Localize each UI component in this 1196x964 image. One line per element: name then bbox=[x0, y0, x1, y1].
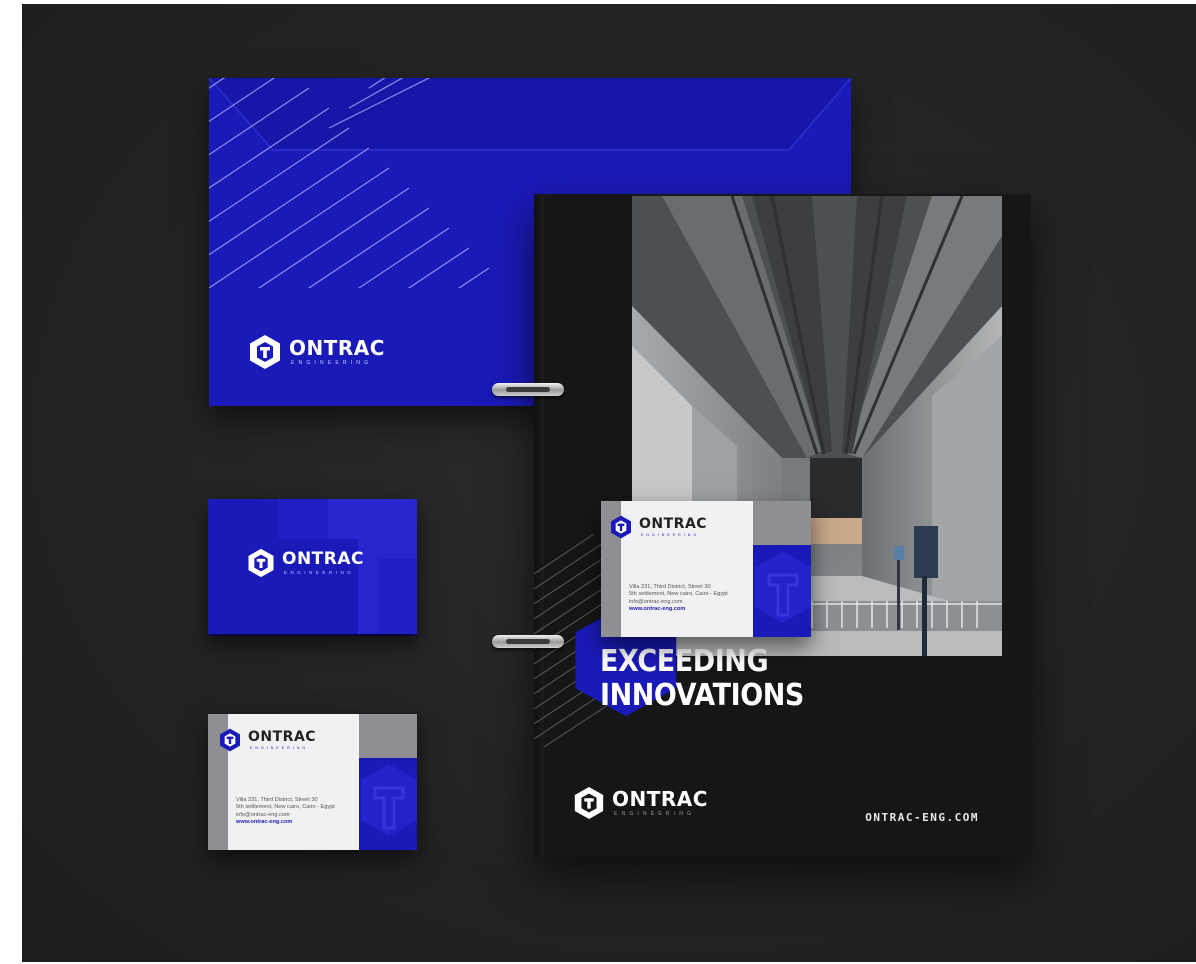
brand-tagline: ENGINEERING bbox=[614, 811, 696, 817]
card-logo: ONTRAC ENGINEERING bbox=[609, 515, 707, 539]
brand-name: ONTRAC bbox=[289, 336, 385, 360]
brand-name: ONTRAC bbox=[612, 787, 708, 811]
folder-spine bbox=[534, 194, 544, 856]
brand-name: ONTRAC bbox=[248, 728, 317, 745]
folder-headline: EXCEEDING INNOVATIONS bbox=[600, 645, 804, 713]
card-address-line-1: Villa 231, Third District, Street 30 bbox=[629, 584, 711, 590]
card-front-logo: ONTRAC ENGINEERING bbox=[246, 548, 364, 578]
card-logo: ONTRAC ENGINEERING bbox=[218, 728, 316, 752]
card-email: info@ontrac-eng.com bbox=[236, 811, 290, 818]
card-address-block: Villa 231, Third District, Street 30 5th… bbox=[629, 584, 728, 614]
folder-clip-bottom bbox=[492, 635, 564, 648]
card-blue-block bbox=[359, 758, 417, 850]
hexagon-logo-icon bbox=[611, 515, 631, 539]
headline-line-1: EXCEEDING bbox=[600, 644, 769, 679]
headline-line-2: INNOVATIONS bbox=[600, 678, 804, 713]
card-gray-block bbox=[753, 501, 811, 545]
envelope-logo: ONTRAC ENGINEERING bbox=[247, 334, 385, 370]
card-address-block: Villa 231, Third District, Street 30 5th… bbox=[236, 797, 335, 827]
card-blue-block bbox=[753, 545, 811, 637]
folder-clip-top bbox=[492, 383, 564, 396]
brand-tagline: ENGINEERING bbox=[250, 745, 309, 750]
brand-tagline: ENGINEERING bbox=[291, 360, 373, 366]
hexagon-logo-icon bbox=[574, 786, 604, 820]
folder-logo: ONTRAC ENGINEERING bbox=[572, 786, 708, 820]
hexagon-logo-icon bbox=[248, 548, 274, 578]
brand-tagline: ENGINEERING bbox=[641, 532, 700, 537]
card-hexagon-pattern bbox=[755, 551, 811, 623]
card-website: www.ontrac-eng.com bbox=[236, 819, 293, 826]
card-website: www.ontrac-eng.com bbox=[629, 606, 686, 613]
card-address-line-2: 5th settlement, New cairo, Cairo - Egypt bbox=[236, 804, 335, 811]
card-address-line-2: 5th settlement, New cairo, Cairo - Egypt bbox=[629, 591, 728, 598]
card-address-line-1: Villa 231, Third District, Street 30 bbox=[236, 797, 318, 803]
card-email: info@ontrac-eng.com bbox=[629, 598, 683, 605]
business-card-front: ONTRAC ENGINEERING bbox=[208, 499, 417, 634]
folder-website-url: ONTRAC-ENG.COM bbox=[865, 811, 979, 824]
hexagon-logo-icon bbox=[220, 728, 240, 752]
card-gray-block bbox=[359, 714, 417, 758]
stationery-mockup-scene: ONTRAC ENGINEERING EXCEEDING INNOVATIONS… bbox=[22, 4, 1196, 962]
brand-tagline: ENGINEERING bbox=[284, 569, 355, 575]
card-hexagon-pattern bbox=[361, 764, 417, 836]
brand-name: ONTRAC bbox=[639, 515, 708, 532]
brand-name: ONTRAC bbox=[282, 548, 364, 569]
folder-tucked-business-card: ONTRAC ENGINEERING Villa 231, Third Dist… bbox=[601, 501, 811, 637]
business-card-back: ONTRAC ENGINEERING Villa 231, Third Dist… bbox=[208, 714, 417, 850]
presentation-folder: EXCEEDING INNOVATIONS ONTRAC ENGINEERING… bbox=[534, 194, 1031, 856]
hexagon-logo-icon bbox=[250, 335, 280, 369]
